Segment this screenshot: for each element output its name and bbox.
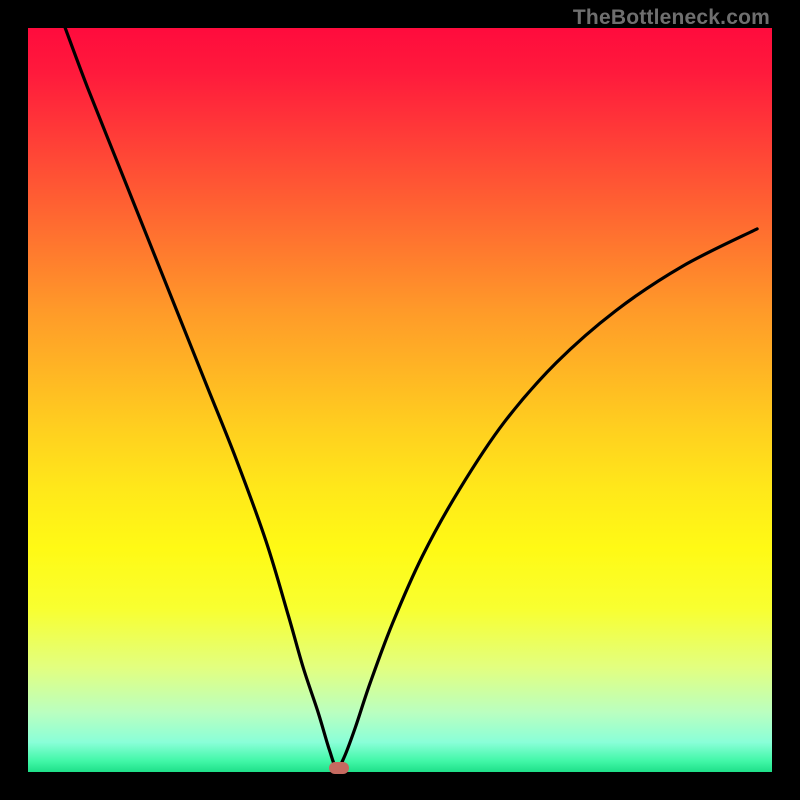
plot-area bbox=[28, 28, 772, 772]
chart-frame: TheBottleneck.com bbox=[0, 0, 800, 800]
curve-path bbox=[65, 28, 757, 768]
bottleneck-curve bbox=[28, 28, 772, 772]
watermark-text: TheBottleneck.com bbox=[573, 6, 770, 30]
minimum-marker bbox=[329, 762, 349, 774]
